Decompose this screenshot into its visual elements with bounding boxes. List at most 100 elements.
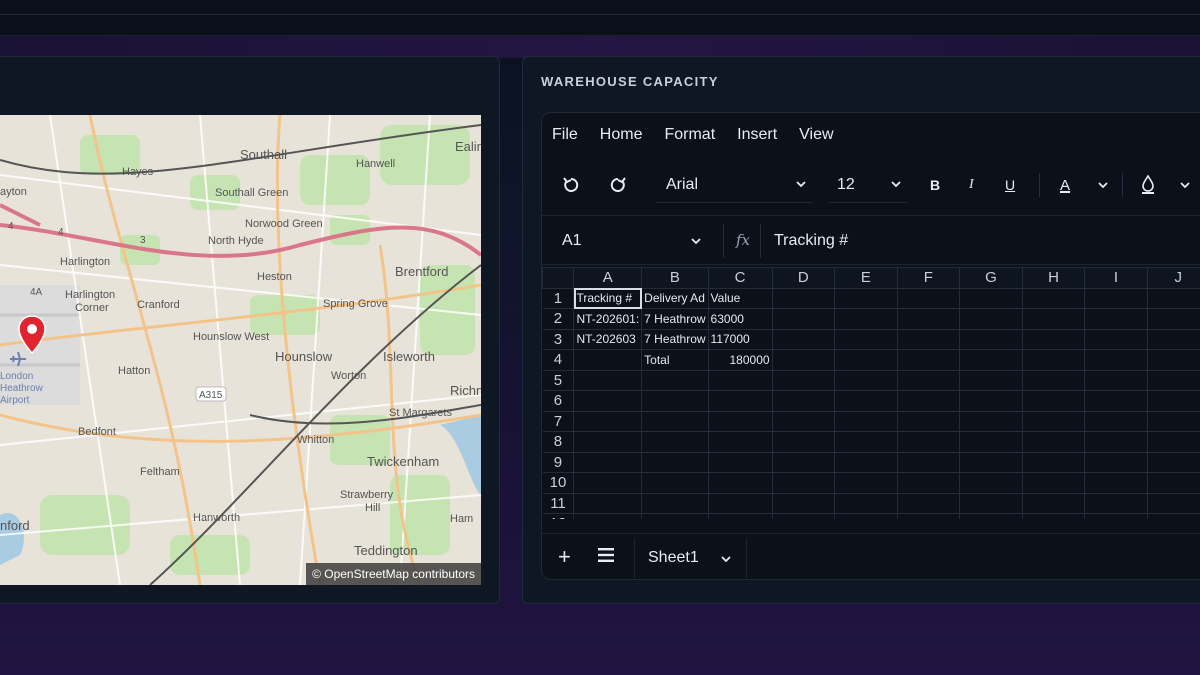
cell[interactable] [834, 349, 898, 371]
cell[interactable] [959, 390, 1023, 412]
map-view[interactable]: Southall Hanwell Ealin Hayes ayton South… [0, 115, 481, 585]
italic-button[interactable]: I [969, 163, 974, 207]
sheet-tab[interactable]: Sheet1 [634, 538, 747, 578]
cell[interactable] [1146, 308, 1200, 330]
cell[interactable] [896, 492, 961, 514]
cell[interactable] [1021, 349, 1086, 371]
cell[interactable] [771, 431, 836, 453]
cell[interactable] [834, 513, 898, 519]
cell[interactable]: Delivery Ad [641, 287, 709, 309]
cell[interactable] [573, 492, 643, 514]
cell[interactable] [1084, 410, 1148, 432]
cell[interactable] [834, 390, 898, 412]
cell[interactable] [1146, 328, 1200, 350]
chevron-down-icon[interactable] [690, 235, 702, 247]
cell[interactable] [1146, 349, 1200, 371]
cell[interactable] [959, 328, 1023, 350]
cell[interactable] [573, 410, 643, 432]
column-header[interactable]: F [896, 267, 961, 289]
cell[interactable] [896, 287, 961, 309]
row-header[interactable]: 2 [542, 308, 575, 330]
chevron-down-icon[interactable] [720, 553, 732, 565]
menu-home[interactable]: Home [600, 126, 643, 144]
cell[interactable]: Tracking # [573, 287, 643, 309]
cell[interactable]: 7 Heathrow [641, 328, 709, 350]
cell[interactable] [1084, 349, 1148, 371]
cell[interactable] [573, 369, 643, 391]
cell[interactable] [1021, 410, 1086, 432]
cell[interactable] [1084, 390, 1148, 412]
cell[interactable] [641, 513, 709, 519]
cell[interactable] [834, 492, 898, 514]
cell[interactable] [1021, 513, 1086, 519]
cell[interactable] [1146, 410, 1200, 432]
cell[interactable] [641, 410, 709, 432]
row-header[interactable]: 1 [542, 287, 575, 309]
cell[interactable] [641, 431, 709, 453]
font-family-select[interactable]: Arial [656, 167, 813, 203]
underline-button[interactable]: U [1005, 163, 1015, 207]
menu-file[interactable]: File [552, 126, 578, 144]
cell[interactable] [834, 287, 898, 309]
cell[interactable] [834, 431, 898, 453]
column-header[interactable]: H [1021, 267, 1086, 289]
cell[interactable] [771, 349, 836, 371]
cell[interactable] [707, 451, 773, 473]
menu-insert[interactable]: Insert [737, 126, 777, 144]
cell[interactable] [896, 410, 961, 432]
cell[interactable] [1021, 328, 1086, 350]
cell[interactable] [1021, 308, 1086, 330]
cell[interactable] [771, 328, 836, 350]
cell[interactable] [896, 472, 961, 494]
cell[interactable] [896, 349, 961, 371]
cell[interactable]: NT-202601: [573, 308, 643, 330]
cell[interactable]: 117000 [707, 328, 773, 350]
cell[interactable] [641, 390, 709, 412]
menu-format[interactable]: Format [664, 126, 715, 144]
spreadsheet-grid[interactable]: A B C D E F G H I J 1 Tracking # Delivery … [542, 267, 1200, 519]
cell[interactable] [959, 369, 1023, 391]
cell[interactable] [771, 451, 836, 473]
cell[interactable] [707, 369, 773, 391]
column-header[interactable]: J [1146, 267, 1200, 289]
redo-button[interactable] [609, 163, 627, 207]
cell[interactable] [834, 410, 898, 432]
cell[interactable] [1084, 513, 1148, 519]
cell[interactable] [771, 308, 836, 330]
corner-cell[interactable] [542, 267, 575, 289]
cell[interactable] [1021, 472, 1086, 494]
column-header[interactable]: E [834, 267, 898, 289]
cell[interactable] [573, 431, 643, 453]
cell[interactable]: Value [707, 287, 773, 309]
cell[interactable] [1146, 287, 1200, 309]
fill-color-icon[interactable] [1140, 175, 1156, 195]
cell[interactable] [1084, 431, 1148, 453]
cell-name-box[interactable]: A1 [562, 232, 582, 250]
cell[interactable] [1084, 369, 1148, 391]
cell[interactable] [1146, 369, 1200, 391]
cell[interactable] [573, 513, 643, 519]
undo-button[interactable] [562, 163, 580, 207]
cell[interactable] [1021, 431, 1086, 453]
cell[interactable] [1084, 287, 1148, 309]
cell[interactable] [707, 513, 773, 519]
cell[interactable] [959, 451, 1023, 473]
cell[interactable] [1084, 328, 1148, 350]
cell-grid[interactable]: A B C D E F G H I J 1 Tracking # Delivery … [542, 267, 1200, 519]
row-header[interactable]: 11 [542, 492, 575, 514]
cell[interactable] [1021, 390, 1086, 412]
font-size-select[interactable]: 12 [828, 167, 908, 203]
cell[interactable] [707, 431, 773, 453]
cell[interactable] [1084, 308, 1148, 330]
menu-view[interactable]: View [799, 126, 833, 144]
cell[interactable] [896, 513, 961, 519]
cell[interactable] [834, 472, 898, 494]
cell[interactable]: 180000 [707, 349, 773, 371]
cell[interactable] [1084, 472, 1148, 494]
cell[interactable] [707, 410, 773, 432]
cell[interactable] [896, 431, 961, 453]
chevron-down-icon[interactable] [1179, 179, 1191, 191]
chevron-down-icon[interactable] [1097, 179, 1109, 191]
cell[interactable] [959, 513, 1023, 519]
cell[interactable] [1021, 287, 1086, 309]
